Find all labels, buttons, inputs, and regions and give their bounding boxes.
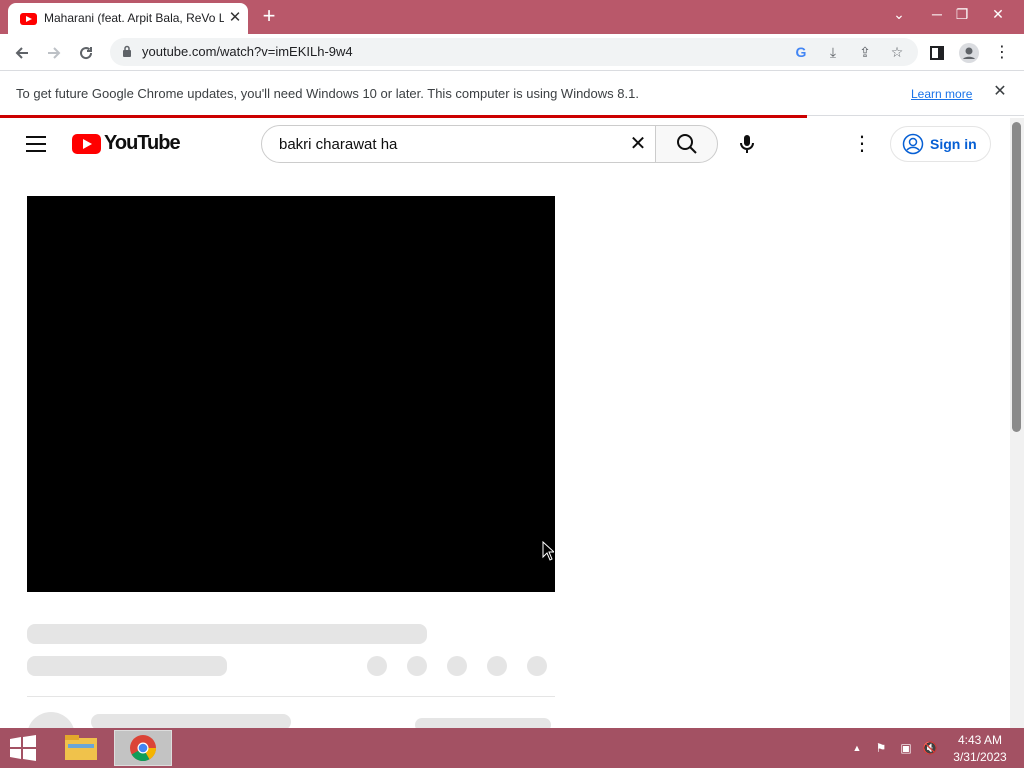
reload-icon — [80, 47, 93, 60]
file-explorer-taskbar-button[interactable] — [52, 730, 110, 766]
mouse-cursor-icon — [542, 541, 554, 561]
url-text: youtube.com/watch?v=imEKILh-9w4 — [142, 44, 353, 59]
clear-search-icon[interactable]: ✕ — [626, 132, 650, 156]
tab-close-button[interactable]: ✕ — [226, 9, 244, 27]
tab-search-button[interactable]: ⌄ — [884, 2, 914, 26]
forward-button[interactable] — [41, 40, 67, 66]
action-placeholder — [527, 656, 547, 676]
infobar-close-button[interactable]: ✕ — [990, 82, 1010, 102]
start-button[interactable] — [8, 734, 38, 762]
title-placeholder — [27, 624, 427, 644]
address-bar[interactable]: youtube.com/watch?v=imEKILh-9w4 G ⤓ ⇪ ☆ — [110, 38, 918, 66]
more-settings-icon[interactable]: ⋮ — [852, 132, 872, 156]
back-arrow-icon — [15, 47, 28, 59]
clock-time[interactable]: 4:43 AM — [940, 733, 1020, 747]
action-center-flag-icon[interactable]: ⚑ — [873, 740, 889, 756]
show-hidden-icons-button[interactable]: ▲ — [849, 740, 865, 756]
profile-button[interactable] — [956, 40, 982, 66]
youtube-logo-text: YouTube — [104, 132, 181, 154]
network-icon[interactable]: ▣ — [898, 740, 914, 756]
clock-date[interactable]: 3/31/2023 — [940, 750, 1020, 764]
action-placeholder — [407, 656, 427, 676]
search-icon — [677, 134, 697, 154]
youtube-header: YouTube bakri charawat ha ✕ ⋮ Sign in — [0, 118, 1010, 174]
google-lens-icon[interactable]: G — [792, 43, 810, 61]
forward-arrow-icon — [48, 47, 61, 59]
side-panel-button[interactable] — [924, 40, 950, 66]
video-player[interactable] — [27, 196, 555, 592]
sign-in-label: Sign in — [930, 136, 977, 152]
page-scrollbar-thumb[interactable] — [1012, 122, 1021, 432]
restore-button[interactable]: ❐ — [947, 2, 977, 26]
update-infobar: To get future Google Chrome updates, you… — [0, 72, 1024, 116]
infobar-message: To get future Google Chrome updates, you… — [16, 86, 639, 101]
volume-muted-icon[interactable]: 🔇 — [922, 740, 938, 756]
action-placeholder — [487, 656, 507, 676]
share-icon[interactable]: ⇪ — [856, 43, 874, 61]
voice-search-button[interactable] — [735, 132, 759, 156]
chrome-menu-button[interactable]: ⋮ — [989, 40, 1015, 66]
learn-more-link[interactable]: Learn more — [911, 87, 972, 101]
bookmark-star-icon[interactable]: ☆ — [888, 43, 906, 61]
back-button[interactable] — [9, 40, 35, 66]
microphone-icon — [740, 135, 754, 153]
browser-tab[interactable]: Maharani (feat. Arpit Bala, ReVo Lekhak)… — [8, 3, 248, 34]
content-divider — [27, 696, 555, 697]
chrome-icon — [130, 735, 157, 762]
search-query-text: bakri charawat ha — [279, 136, 398, 153]
close-window-button[interactable]: ✕ — [983, 2, 1013, 26]
new-tab-button[interactable]: + — [258, 5, 280, 28]
chrome-taskbar-button[interactable] — [114, 730, 172, 766]
channel-placeholder — [27, 656, 227, 676]
search-button[interactable] — [655, 125, 718, 163]
lock-icon — [123, 45, 131, 57]
youtube-favicon-icon — [20, 13, 37, 25]
youtube-play-logo-icon — [72, 134, 101, 154]
reload-button[interactable] — [73, 40, 99, 66]
browser-toolbar: youtube.com/watch?v=imEKILh-9w4 G ⤓ ⇪ ☆ … — [0, 34, 1024, 71]
install-app-icon[interactable]: ⤓ — [824, 43, 842, 61]
tab-title: Maharani (feat. Arpit Bala, ReVo Lekhak) — [44, 11, 224, 25]
profile-avatar-icon — [959, 43, 979, 63]
side-panel-icon — [930, 46, 944, 60]
hamburger-menu-icon[interactable] — [26, 136, 46, 152]
account-circle-icon — [902, 133, 924, 155]
sign-in-button[interactable]: Sign in — [890, 126, 991, 162]
search-input[interactable]: bakri charawat ha ✕ — [261, 125, 656, 163]
action-placeholder — [447, 656, 467, 676]
windows-taskbar: ▲ ⚑ ▣ 🔇 4:43 AM 3/31/2023 — [0, 728, 1024, 768]
title-bar: Maharani (feat. Arpit Bala, ReVo Lekhak)… — [0, 0, 1024, 34]
action-placeholder — [367, 656, 387, 676]
windows-logo-icon — [10, 735, 36, 761]
file-explorer-icon — [65, 735, 97, 760]
